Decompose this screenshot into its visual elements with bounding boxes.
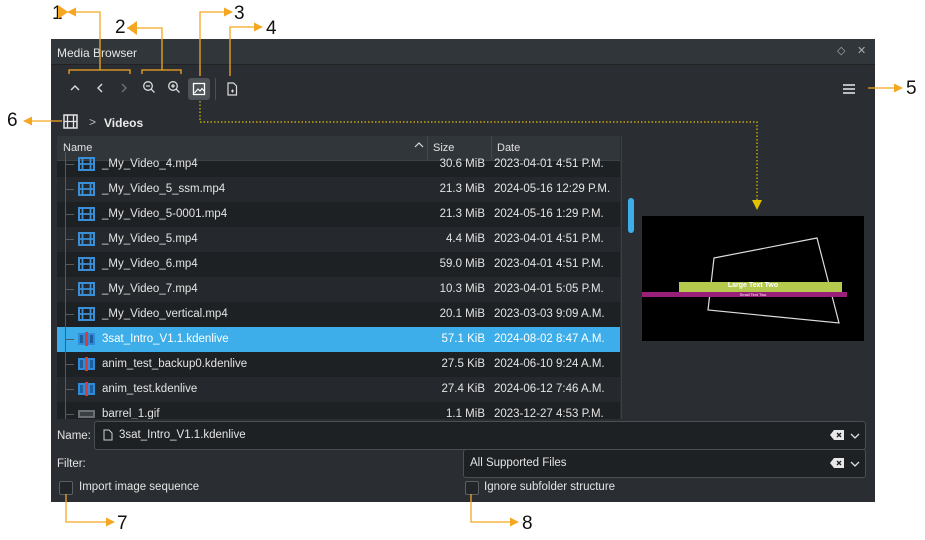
annotation-overlay xyxy=(23,5,903,527)
